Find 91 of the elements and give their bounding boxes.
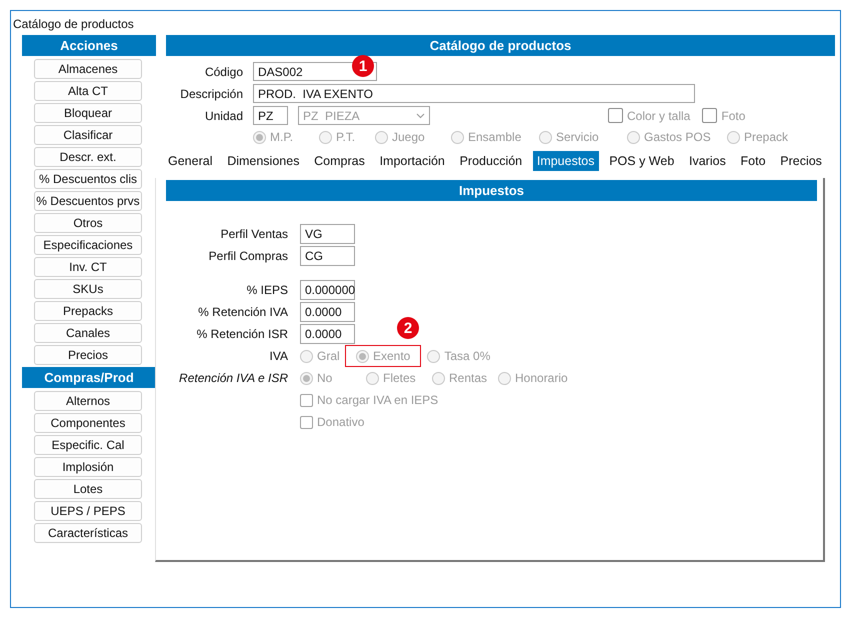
- radio-button[interactable]: [727, 130, 740, 144]
- field-label: % Retención IVA: [197, 304, 288, 321]
- rate-field[interactable]: 0.000000: [300, 280, 355, 300]
- caret-icon: [416, 112, 425, 118]
- action-button[interactable]: Características: [34, 523, 142, 543]
- radio-label: No: [317, 370, 332, 387]
- tab[interactable]: Ivarios: [685, 151, 730, 171]
- radio-button[interactable]: [300, 350, 313, 362]
- checkbox-label: No cargar IVA en IEPS: [317, 392, 438, 409]
- radio-button[interactable]: [300, 372, 313, 384]
- tab[interactable]: General: [164, 151, 216, 171]
- action-button[interactable]: Alta CT: [34, 81, 142, 101]
- tab[interactable]: Importación: [376, 151, 449, 171]
- field-label: Descripción: [179, 86, 243, 102]
- action-button[interactable]: Bloquear: [34, 103, 142, 123]
- action-button[interactable]: Descr. ext.: [34, 147, 142, 167]
- description-field[interactable]: PROD. IVA EXENTO: [253, 84, 695, 103]
- action-button[interactable]: Implosión: [34, 457, 142, 477]
- radio-button[interactable]: [366, 372, 379, 384]
- action-button[interactable]: Componentes: [34, 413, 142, 433]
- radio-label: Ensamble: [468, 129, 522, 146]
- radio-label: Servicio: [556, 129, 599, 146]
- radio-button[interactable]: [539, 130, 552, 144]
- radio-button[interactable]: [356, 350, 369, 362]
- checkbox[interactable]: [608, 108, 623, 123]
- radio-button[interactable]: [498, 372, 511, 384]
- radio-button[interactable]: [319, 130, 332, 144]
- checkbox-label: Foto: [721, 108, 746, 124]
- action-button[interactable]: % Descuentos prvs: [34, 191, 142, 211]
- panel-header: Impuestos: [166, 180, 817, 201]
- tab[interactable]: POS y Web: [605, 151, 678, 171]
- checkbox-label: Color y talla: [627, 108, 690, 124]
- checkbox-label: Donativo: [317, 414, 364, 431]
- window-title: Catálogo de productos: [13, 16, 134, 33]
- action-button[interactable]: Inv. CT: [34, 257, 142, 277]
- section-header: Acciones: [22, 35, 156, 56]
- action-button[interactable]: UEPS / PEPS: [34, 501, 142, 521]
- radio-button[interactable]: [253, 130, 266, 144]
- radio-label: Tasa 0%: [444, 348, 490, 365]
- radio-button[interactable]: [627, 130, 640, 144]
- unit-field[interactable]: PZ: [253, 106, 288, 125]
- radio-label: M.P.: [270, 129, 294, 146]
- radio-button[interactable]: [427, 350, 440, 362]
- field-label: Código: [204, 64, 243, 80]
- field-label: Perfil Ventas: [220, 226, 288, 243]
- radio-label: Fletes: [383, 370, 416, 387]
- panel-header: Catálogo de productos: [166, 35, 835, 56]
- rate-field[interactable]: 0.0000: [300, 302, 355, 322]
- action-button[interactable]: Prepacks: [34, 301, 142, 321]
- action-button[interactable]: Especific. Cal: [34, 435, 142, 455]
- action-button[interactable]: Alternos: [34, 391, 142, 411]
- profile-field[interactable]: VG: [300, 224, 355, 244]
- tab[interactable]: Compras: [310, 151, 369, 171]
- action-button[interactable]: Especificaciones: [34, 235, 142, 255]
- field-label: Retención IVA e ISR: [178, 370, 288, 387]
- checkbox[interactable]: [702, 108, 718, 123]
- checkbox[interactable]: [300, 394, 313, 406]
- tab[interactable]: Dimensiones: [223, 151, 304, 171]
- profile-field[interactable]: CG: [300, 246, 355, 266]
- action-button[interactable]: Otros: [34, 213, 142, 233]
- radio-label: Exento: [373, 348, 410, 365]
- radio-button[interactable]: [451, 130, 464, 144]
- callout-badge: 2: [397, 317, 419, 339]
- radio-button[interactable]: [375, 130, 388, 144]
- rate-field[interactable]: 0.0000: [300, 324, 355, 344]
- action-button[interactable]: SKUs: [34, 279, 142, 299]
- section-header: Compras/Prod: [22, 367, 156, 388]
- radio-label: Gral: [317, 348, 340, 365]
- tab[interactable]: Impuestos: [532, 151, 599, 171]
- action-button[interactable]: Clasificar: [34, 125, 142, 145]
- radio-label: Rentas: [449, 370, 488, 387]
- action-button[interactable]: Precios: [34, 345, 142, 365]
- checkbox[interactable]: [300, 416, 313, 428]
- radio-button[interactable]: [432, 372, 445, 384]
- radio-label: Gastos POS: [644, 129, 711, 146]
- field-label: IVA: [268, 348, 288, 365]
- action-button[interactable]: Almacenes: [34, 59, 142, 79]
- tab[interactable]: Precios: [776, 151, 826, 171]
- tab[interactable]: Producción: [456, 151, 526, 171]
- radio-label: Honorario: [515, 370, 568, 387]
- field-label: % Retención ISR: [196, 326, 288, 343]
- action-button[interactable]: Lotes: [34, 479, 142, 499]
- radio-label: P.T.: [336, 129, 356, 146]
- field-label: % IEPS: [246, 282, 288, 299]
- radio-label: Prepack: [744, 129, 788, 146]
- radio-label: Juego: [392, 129, 425, 146]
- tab[interactable]: Foto: [736, 151, 770, 171]
- field-label: Unidad: [204, 108, 243, 124]
- action-button[interactable]: % Descuentos clis: [34, 169, 142, 189]
- action-button[interactable]: Canales: [34, 323, 142, 343]
- field-label: Perfil Compras: [208, 248, 288, 265]
